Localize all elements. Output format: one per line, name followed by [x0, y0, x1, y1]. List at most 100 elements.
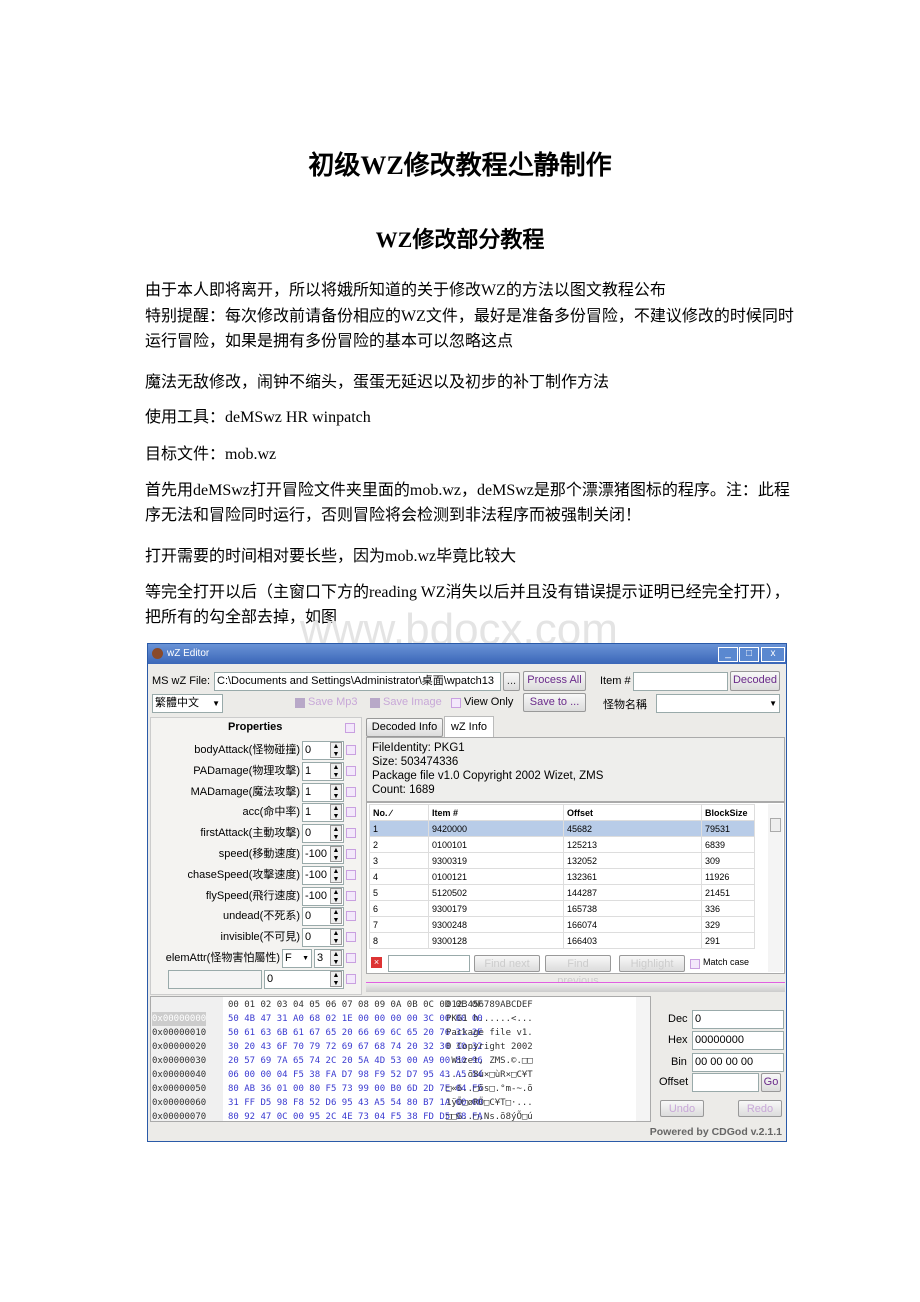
spinner-icon[interactable]: ▲ ▼ [330, 970, 342, 987]
file-path-input[interactable]: C:\Documents and Settings\Administrator\… [214, 672, 501, 691]
column-no[interactable]: No. ∕ [369, 804, 429, 821]
find-next-button[interactable]: Find next [474, 955, 540, 972]
save-to-button[interactable]: Save to ... [523, 693, 586, 712]
column-offset[interactable]: Offset [563, 804, 702, 821]
save-mp3-checkbox[interactable] [295, 698, 305, 708]
offset-input[interactable] [692, 1073, 759, 1092]
go-button[interactable]: Go [761, 1073, 781, 1092]
hex-scrollbar[interactable] [636, 997, 650, 1121]
property-checkbox[interactable] [346, 911, 356, 922]
hex-ascii[interactable]: ....õ8ú×□ùR×□C¥T [446, 1068, 533, 1082]
hex-bytes[interactable]: 20 57 69 7A 65 74 2C 20 5A 4D 53 00 A9 0… [228, 1054, 483, 1068]
column-item[interactable]: Item # [428, 804, 564, 821]
find-previous-button[interactable]: Find previous [545, 955, 611, 987]
table-cell: 165738 [563, 900, 702, 917]
hex-ascii[interactable]: PKG1 h......<... [446, 1012, 533, 1026]
hex-bytes[interactable]: 80 AB 36 01 00 80 F5 73 99 00 B0 6D 2D 7… [228, 1082, 483, 1096]
spinner-icon[interactable]: ▲ ▼ [330, 762, 342, 779]
match-case-checkbox[interactable] [690, 959, 700, 969]
property-checkbox[interactable] [346, 869, 356, 880]
property-checkbox[interactable] [346, 765, 356, 776]
table-cell: 6839 [701, 836, 755, 853]
table-row[interactable]: 3 9300319 132052 309 [369, 852, 755, 869]
property-checkbox[interactable] [346, 953, 356, 963]
browse-button[interactable]: ... [503, 672, 520, 691]
table-row[interactable]: 6 9300179 165738 336 [369, 900, 755, 917]
table-row[interactable]: 1 9420000 45682 79531 [369, 820, 755, 837]
tab-decoded-info[interactable]: Decoded Info [366, 718, 443, 737]
save-image-checkbox[interactable] [370, 698, 380, 708]
scrollbar-thumb[interactable] [770, 818, 781, 832]
property-checkbox[interactable] [346, 807, 356, 818]
wz-editor-window: wZ Editor _ □ x MS wZ File: C:\Documents… [147, 643, 787, 1142]
spinner-icon[interactable]: ▲ ▼ [330, 804, 342, 821]
hex-bytes[interactable]: 06 00 00 04 F5 38 FA D7 98 F9 52 D7 95 4… [228, 1068, 483, 1082]
hex-bytes[interactable]: 30 20 43 6F 70 79 72 69 67 68 74 20 32 3… [228, 1040, 483, 1054]
hex-ascii[interactable]: 0 Copyright 2002 [446, 1040, 533, 1054]
spinner-icon[interactable]: ▲ ▼ [330, 783, 342, 800]
hex-bytes[interactable]: 31 FF D5 98 F8 52 D6 95 43 A5 54 80 B7 1… [228, 1096, 483, 1110]
spinner-icon[interactable]: ▲ ▼ [330, 929, 342, 946]
maximize-button[interactable]: □ [739, 647, 759, 662]
find-input[interactable] [388, 955, 470, 972]
property-label: MADamage(魔法攻擊) [190, 785, 300, 798]
property-checkbox[interactable] [346, 973, 356, 984]
view-only-checkbox[interactable] [451, 698, 461, 708]
highlight-button[interactable]: Highlight [619, 955, 685, 972]
table-row[interactable]: 8 9300128 166403 291 [369, 932, 755, 949]
hex-bytes[interactable]: 50 4B 47 31 A0 68 02 1E 00 00 00 00 3C 0… [228, 1012, 483, 1026]
table-row[interactable]: 7 9300248 166074 329 [369, 916, 755, 933]
table-scrollbar[interactable] [768, 804, 783, 972]
tab-wz-info[interactable]: wZ Info [444, 716, 494, 738]
hex-ascii[interactable]: Wizet, ZMS.©.□□ [446, 1054, 532, 1068]
table-cell: 21451 [701, 884, 755, 901]
hex-ascii[interactable]: Package file v1. [446, 1026, 533, 1040]
undo-button[interactable]: Undo [660, 1100, 704, 1117]
table-cell: 166403 [563, 932, 702, 949]
decoded-button[interactable]: Decoded [730, 671, 780, 691]
property-checkbox[interactable] [346, 890, 356, 901]
spinner-icon[interactable]: ▲ ▼ [330, 825, 342, 842]
elem-attr-select[interactable]: F ▼ [282, 949, 312, 968]
property-checkbox[interactable] [346, 932, 356, 943]
close-button[interactable]: x [761, 647, 785, 662]
item-input[interactable] [633, 672, 728, 691]
hex-ascii[interactable]: □«6..□õs□.°m-~.õ [446, 1082, 533, 1096]
process-all-button[interactable]: Process All [523, 671, 586, 691]
property-label: invisible(不可見) [220, 931, 300, 944]
language-select[interactable]: 繁體中文 ▼ [152, 694, 223, 713]
column-blocksize[interactable]: BlockSize [701, 804, 755, 821]
hex-bytes[interactable]: 50 61 63 6B 61 67 65 20 66 69 6C 65 20 7… [228, 1026, 483, 1040]
table-row[interactable]: 2 0100101 125213 6839 [369, 836, 755, 853]
hex-address: 0x00000020 [152, 1042, 207, 1052]
progress-bar [366, 982, 785, 992]
close-find-icon[interactable]: × [371, 957, 382, 968]
hex-ascii[interactable]: 1ÿÕ□øRÖ□C¥T□·... [446, 1096, 533, 1110]
hex-ascii[interactable]: □□G..□,Ns.õ8ýÕ□ú [446, 1110, 533, 1124]
table-row[interactable]: 4 0100121 132361 11926 [369, 868, 755, 885]
spinner-icon[interactable]: ▲ ▼ [330, 908, 342, 925]
property-checkbox[interactable] [346, 849, 356, 859]
save-mp3-label: Save Mp3 [308, 696, 358, 708]
dec-input[interactable]: 0 [692, 1010, 784, 1029]
table-row[interactable]: 5 5120502 144287 21451 [369, 884, 755, 901]
extra-property-name-input[interactable] [168, 969, 262, 989]
spinner-icon[interactable]: ▲ ▼ [330, 950, 342, 966]
properties-checkbox[interactable] [345, 723, 355, 733]
minimize-button[interactable]: _ [718, 647, 738, 662]
spinner-icon[interactable]: ▲ ▼ [330, 887, 342, 904]
spinner-icon[interactable]: ▲ ▼ [330, 846, 342, 862]
monster-name-select[interactable]: ▼ [656, 694, 780, 713]
spinner-icon[interactable]: ▲ ▼ [330, 866, 342, 883]
hex-input[interactable]: 00000000 [692, 1031, 784, 1050]
table-cell: 45682 [563, 820, 702, 837]
property-checkbox[interactable] [346, 786, 356, 797]
bin-input[interactable]: 00 00 00 00 [692, 1053, 784, 1072]
spinner-icon[interactable]: ▲ ▼ [330, 742, 342, 758]
hex-address: 0x00000050 [152, 1084, 207, 1094]
table-cell: 125213 [563, 836, 702, 853]
redo-button[interactable]: Redo [738, 1100, 782, 1117]
property-checkbox[interactable] [346, 828, 356, 839]
hex-bytes[interactable]: 80 92 47 0C 00 95 2C 4E 73 04 F5 38 FD D… [228, 1110, 483, 1124]
property-checkbox[interactable] [346, 745, 356, 755]
